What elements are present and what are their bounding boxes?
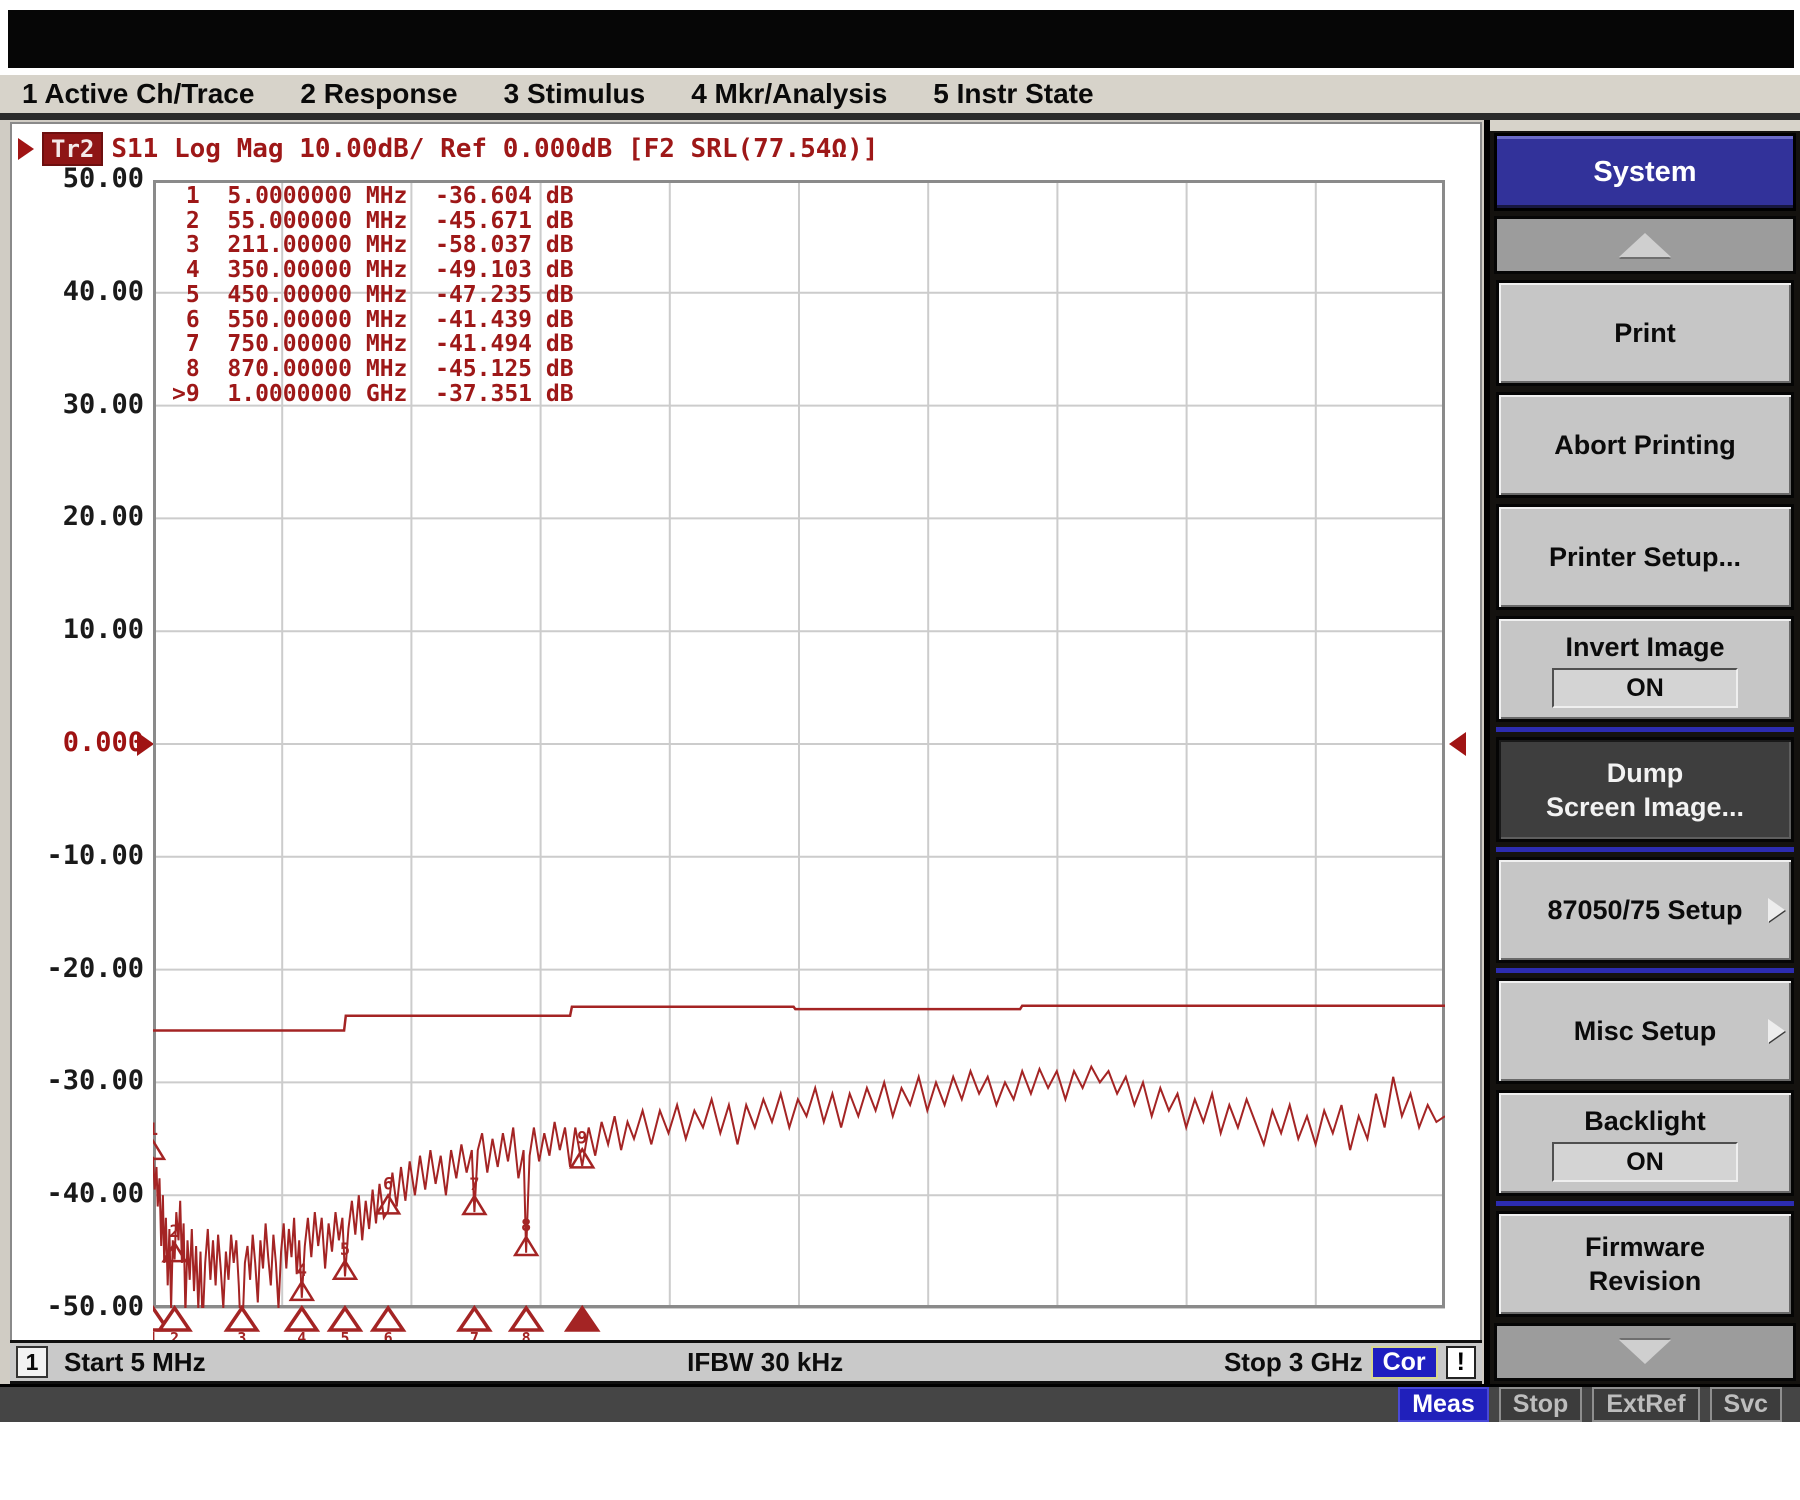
softkey-toggle-state: ON: [1552, 668, 1737, 708]
menu-item[interactable]: 2 Response: [300, 78, 457, 110]
svg-text:5: 5: [340, 1240, 350, 1260]
softkey-scroll-up-button[interactable]: [1494, 216, 1796, 274]
correction-status-badge: Cor: [1371, 1346, 1438, 1379]
softkey-scroll-down-button[interactable]: [1494, 1323, 1796, 1381]
y-axis-tick-label: 10.00: [18, 614, 144, 646]
softkey-label: Abort Printing: [1554, 428, 1735, 462]
svg-text:4: 4: [297, 1261, 307, 1281]
svg-text:6: 6: [383, 1174, 393, 1194]
main-content: Tr2 S11 Log Mag 10.00dB/ Ref 0.000dB [F2…: [0, 120, 1800, 1384]
ifbw-label: IFBW 30 kHz: [687, 1347, 843, 1378]
softkey-top-strip: [1490, 120, 1800, 131]
softkey-button[interactable]: Firmware Revision: [1496, 1211, 1794, 1317]
ref-level-arrow-right-icon: [1449, 732, 1466, 756]
y-axis-tick-label: -50.00: [18, 1291, 144, 1323]
alert-badge: !: [1446, 1346, 1476, 1379]
softkey-label: Backlight: [1584, 1104, 1706, 1138]
softkey-label: Firmware Revision: [1585, 1230, 1705, 1298]
softkey-button[interactable]: Invert Image ON: [1496, 616, 1794, 722]
softkey-button[interactable]: Abort Printing: [1496, 392, 1794, 498]
softkey-button[interactable]: Backlight ON: [1496, 1090, 1794, 1196]
ref-level-arrow-left-icon: [137, 732, 154, 756]
active-trace-arrow-icon: [18, 138, 34, 160]
y-axis-tick-label: -40.00: [18, 1178, 144, 1210]
softkey-menu-title: System: [1494, 133, 1796, 211]
svg-text:7: 7: [469, 1175, 479, 1195]
softkey-button[interactable]: Printer Setup...: [1496, 504, 1794, 610]
y-axis-tick-label: 20.00: [18, 501, 144, 533]
top-black-band: [8, 10, 1794, 68]
softkey-toggle-state: ON: [1552, 1142, 1737, 1182]
status-indicator-extref: ExtRef: [1592, 1387, 1699, 1422]
marker-position-indicators: 12345678: [153, 1308, 597, 1344]
softkey-label: 87050/75 Setup: [1547, 893, 1742, 927]
y-axis-tick-label: -20.00: [18, 953, 144, 985]
start-frequency-label: Start 5 MHz: [64, 1347, 206, 1378]
softkey-button[interactable]: Misc Setup: [1496, 978, 1794, 1084]
up-arrow-icon: [1619, 233, 1671, 257]
y-axis-tick-label: -30.00: [18, 1065, 144, 1097]
submenu-arrow-icon: [1768, 898, 1785, 922]
softkey-label: Misc Setup: [1574, 1014, 1717, 1048]
menu-item[interactable]: 4 Mkr/Analysis: [691, 78, 887, 110]
softkey-separator: [1496, 847, 1794, 852]
svg-text:9: 9: [577, 1128, 587, 1148]
y-axis-tick-label: 30.00: [18, 389, 144, 421]
softkey-separator: [1496, 1201, 1794, 1206]
menu-bar: 1 Active Ch/Trace 2 Response 3 Stimulus 4 M…: [0, 75, 1800, 120]
softkey-label: Invert Image: [1565, 630, 1724, 664]
submenu-arrow-icon: [1768, 1019, 1785, 1043]
svg-text:1: 1: [153, 1120, 158, 1140]
svg-text:2: 2: [169, 1222, 179, 1242]
softkey-label: Print: [1614, 316, 1676, 350]
menu-item[interactable]: 3 Stimulus: [504, 78, 646, 110]
svg-text:8: 8: [521, 1216, 531, 1236]
trace-id-badge: Tr2: [42, 132, 103, 166]
channel-number-badge: 1: [16, 1346, 48, 1378]
instrument-status-bar: Meas Stop ExtRef Svc: [0, 1384, 1800, 1422]
menu-item[interactable]: 1 Active Ch/Trace: [22, 78, 254, 110]
y-axis-tick-label: -10.00: [18, 840, 144, 872]
down-arrow-icon: [1619, 1340, 1671, 1364]
softkey-button[interactable]: Print: [1496, 280, 1794, 386]
softkey-separator: [1496, 968, 1794, 973]
stop-frequency-label: Stop 3 GHz: [1224, 1347, 1363, 1378]
marker-table: 1 5.0000000 MHz -36.604 dB 2 55.000000 M…: [172, 184, 574, 406]
softkey-separator: [1496, 727, 1794, 732]
softkey-button[interactable]: Dump Screen Image...: [1496, 737, 1794, 843]
status-indicator-svc: Svc: [1710, 1387, 1782, 1422]
y-axis-tick-label: 0.000: [18, 727, 144, 759]
measurement-display: Tr2 S11 Log Mag 10.00dB/ Ref 0.000dB [F2…: [10, 122, 1482, 1342]
status-indicator-stop: Stop: [1499, 1387, 1583, 1422]
trace-format-label: S11 Log Mag 10.00dB/ Ref 0.000dB [F2 SRL…: [111, 134, 878, 164]
softkey-label: Printer Setup...: [1549, 540, 1741, 574]
status-indicator-meas: Meas: [1398, 1387, 1489, 1422]
channel-status-bar: 1 Start 5 MHz IFBW 30 kHz Stop 3 GHz Cor…: [10, 1340, 1482, 1384]
trace-header: Tr2 S11 Log Mag 10.00dB/ Ref 0.000dB [F2…: [18, 132, 878, 166]
softkey-menu: System Print Abort Printing Printer Setup.…: [1484, 120, 1800, 1384]
softkey-label: Dump Screen Image...: [1546, 756, 1744, 824]
y-axis-tick-label: 50.00: [18, 163, 144, 195]
softkey-button[interactable]: 87050/75 Setup: [1496, 857, 1794, 963]
menu-item[interactable]: 5 Instr State: [933, 78, 1093, 110]
y-axis-tick-label: 40.00: [18, 276, 144, 308]
